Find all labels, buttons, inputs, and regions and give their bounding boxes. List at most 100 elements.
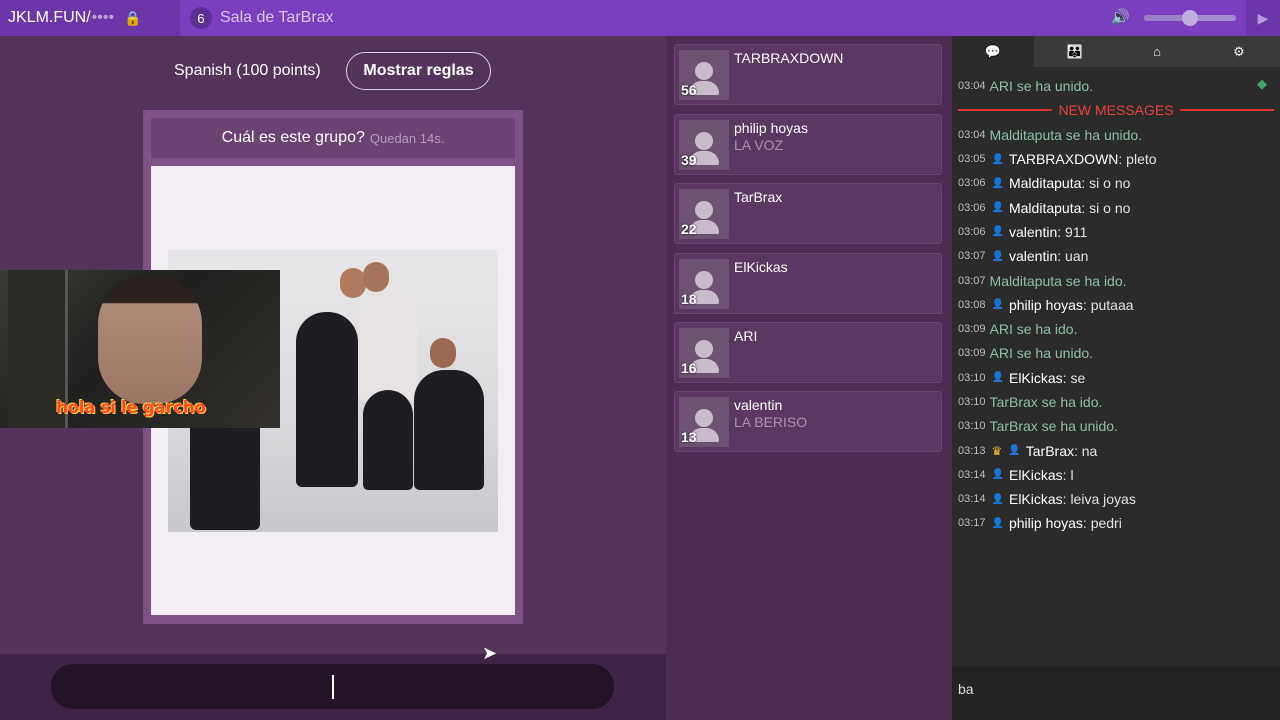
photo-person [358, 290, 418, 400]
chat-text: Malditaputa se ha unido. [989, 126, 1143, 143]
chat-text: ARI se ha unido. [989, 78, 1094, 95]
chat-author[interactable]: philip hoyas [1009, 515, 1083, 531]
room-code: •••• [91, 9, 115, 26]
chat-time: 03:07 [958, 250, 986, 263]
player-name: TARBRAXDOWN [734, 50, 844, 66]
players-icon: 👪 [1066, 43, 1084, 59]
chat-line: 03:09 ARI se ha ido. [958, 317, 1274, 341]
answer-input[interactable] [51, 664, 614, 709]
player-score: 16 [681, 360, 697, 376]
player-card[interactable]: 13 valentin LA BERISO [674, 391, 942, 452]
tab-players[interactable]: 👪 [1034, 36, 1116, 67]
chat-line: 03:04 Malditaputa se ha unido. [958, 123, 1274, 147]
avatar: 39 [679, 120, 729, 170]
player-score: 22 [681, 221, 697, 237]
player-card[interactable]: 16 ARI [674, 322, 942, 383]
chat-text: TarBrax se ha ido. [989, 394, 1103, 410]
chat-author[interactable]: Malditaputa [1009, 175, 1081, 191]
player-card[interactable]: 18 ElKickas [674, 253, 942, 314]
chat-time: 03:10 [958, 396, 986, 408]
chat-author[interactable]: ElKickas [1009, 467, 1063, 483]
tab-chat[interactable]: 💬 [952, 36, 1034, 67]
chat-line: 03:07 👤 valentin: uan [958, 244, 1274, 268]
chat-author[interactable]: TarBrax [1026, 443, 1074, 459]
tab-settings[interactable]: ⚙ [1198, 36, 1280, 67]
user-icon: 👤 [991, 153, 1004, 165]
volume-knob[interactable] [1182, 10, 1198, 26]
player-card[interactable]: 56 TARBRAXDOWN [674, 44, 942, 105]
chat-icon: 💬 [984, 43, 1002, 59]
chat-line: 03:04 ARI se ha unido. [958, 74, 1274, 98]
player-answer: LA VOZ [734, 137, 784, 153]
avatar: 56 [679, 50, 729, 100]
chat-line: 03:08 👤 philip hoyas: putaaa [958, 293, 1274, 317]
chat-text: ARI se ha ido. [989, 321, 1078, 338]
chat-time: 03:14 [958, 493, 986, 506]
chat-message: : l [1062, 466, 1074, 483]
chat-author[interactable]: Malditaputa [1009, 200, 1081, 216]
user-icon: 👤 [991, 493, 1004, 505]
room-link[interactable]: JKLM.FUN/ •••• 🔒 [0, 0, 180, 36]
player-card[interactable]: 22 TarBrax [674, 183, 942, 244]
chat-author[interactable]: valentin [1009, 224, 1057, 240]
chat-text: TarBrax se ha unido. [989, 418, 1118, 435]
chat-line: 03:10 👤 ElKickas: se [958, 366, 1274, 390]
chat-author[interactable]: ElKickas [1009, 491, 1063, 507]
player-name: TarBrax [734, 189, 783, 205]
play-button[interactable]: ▶ [1246, 0, 1280, 36]
chat-panel: 💬 👪 ⌂ ⚙ ◆ 03:04 ARI se ha unido. NEW MES… [952, 36, 1280, 720]
photo-person [363, 390, 413, 490]
webcam-face [98, 274, 202, 404]
chat-time: 03:10 [958, 420, 986, 433]
chat-time: 03:08 [958, 298, 986, 311]
user-icon: 👤 [991, 177, 1004, 189]
chat-message: : si o no [1081, 199, 1131, 216]
user-icon: 👤 [991, 202, 1004, 214]
avatar: 18 [679, 259, 729, 309]
chat-message: : putaaa [1082, 296, 1134, 313]
chat-author[interactable]: TARBRAXDOWN [1009, 151, 1118, 167]
question-text: Cuál es este grupo? [221, 129, 365, 146]
user-icon: 👤 [991, 469, 1004, 481]
chat-message: : leiva joyas [1062, 491, 1136, 508]
chat-input[interactable] [958, 676, 1274, 702]
photo-person [414, 370, 484, 490]
chat-author[interactable]: philip hoyas [1009, 297, 1083, 313]
user-icon: 👤 [991, 517, 1004, 529]
chat-line: 03:14 👤 ElKickas: leiva joyas [958, 487, 1274, 511]
chat-message: : na [1073, 442, 1098, 459]
photo-head [363, 262, 389, 292]
chat-text: ARI se ha unido. [989, 345, 1094, 362]
crown-icon: ♛ [991, 443, 1003, 458]
volume-icon[interactable]: 🔊 [1111, 8, 1130, 26]
player-score: 56 [681, 82, 697, 98]
chat-line: 03:10 TarBrax se ha ido. [958, 390, 1274, 414]
scoreboard: 56 TARBRAXDOWN 39 philip hoyas LA VOZ 22… [666, 36, 952, 720]
player-name: ARI [734, 328, 758, 344]
lock-icon[interactable]: 🔒 [124, 10, 141, 27]
chat-time: 03:06 [958, 225, 986, 238]
chat-time: 03:10 [958, 371, 986, 384]
webcam-caption: hola si le garcho [56, 398, 206, 418]
photo-head [430, 338, 456, 368]
chat-time: 03:14 [958, 468, 986, 481]
chat-line: 03:06 👤 Malditaputa: si o no [958, 171, 1274, 195]
player-card[interactable]: 39 philip hoyas LA VOZ [674, 114, 942, 175]
new-messages-label: NEW MESSAGES [1058, 102, 1174, 119]
gear-icon: ⚙ [1233, 43, 1245, 59]
tab-home[interactable]: ⌂ [1116, 36, 1198, 67]
player-answer: LA BERISO [734, 414, 808, 430]
avatar: 22 [679, 189, 729, 239]
show-rules-button[interactable]: Mostrar reglas [346, 52, 491, 90]
chat-message: : uan [1057, 248, 1089, 265]
volume-slider[interactable] [1144, 10, 1236, 26]
chat-time: 03:09 [958, 347, 986, 360]
chat-time: 03:06 [958, 177, 986, 190]
chat-line: 03:14 👤 ElKickas: l [958, 463, 1274, 487]
chat-message: : pleto [1118, 151, 1157, 168]
chat-author[interactable]: ElKickas [1009, 370, 1063, 386]
chat-author[interactable]: valentin [1009, 248, 1057, 264]
chat-text: Malditaputa se ha ido. [989, 272, 1127, 289]
chat-line: 03:17 👤 philip hoyas: pedri [958, 511, 1274, 535]
site-name: JKLM.FUN/ [8, 9, 91, 26]
